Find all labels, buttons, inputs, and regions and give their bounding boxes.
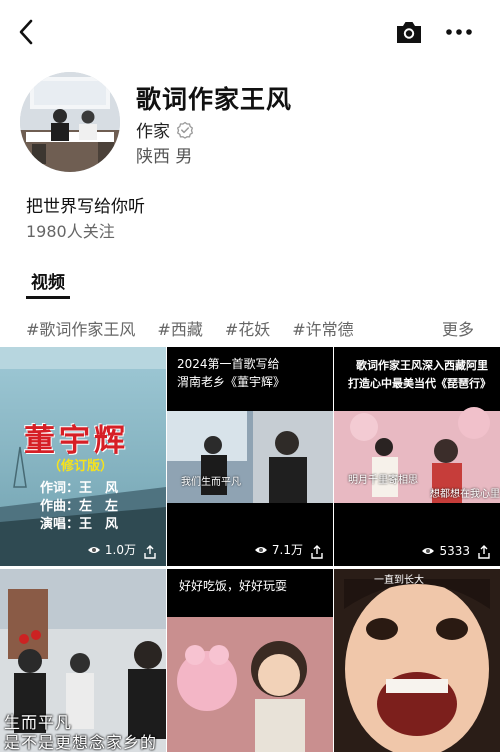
video-overlay-text: 我们生而平凡 — [181, 477, 241, 488]
video-subtitle: （修订版） — [48, 459, 114, 474]
top-bar — [0, 0, 500, 64]
profile-role-row: 作家 — [136, 117, 194, 142]
video-thumbnail — [334, 569, 500, 752]
view-count-text: 1.0万 — [104, 543, 136, 557]
tag-item[interactable]: #许常德 — [292, 316, 353, 340]
back-arrow-icon — [19, 19, 33, 45]
view-count: 7.1万 — [254, 541, 303, 558]
video-tile[interactable]: 2024第一首歌写给 渭南老乡《董宇辉》 我们生而平凡 7.1万 — [167, 347, 333, 566]
video-caption: 渭南老乡《董宇辉》 — [177, 375, 286, 389]
video-tile[interactable]: 生而平凡 是不是更想念家乡的 — [0, 569, 166, 752]
avatar[interactable] — [20, 72, 120, 172]
video-tile[interactable]: 一直到长大 — [334, 569, 500, 752]
tag-item[interactable]: #花妖 — [225, 316, 270, 340]
tab-videos[interactable]: 视频 — [26, 268, 70, 293]
video-caption: 2024第一首歌写给 — [177, 357, 280, 371]
video-credit: 作曲：左 左 — [40, 499, 119, 514]
view-count: 1.0万 — [87, 541, 136, 558]
profile-name: 歌词作家王风 — [136, 85, 293, 114]
avatar-photo — [20, 72, 120, 172]
video-credit: 演唱：王 风 — [40, 517, 119, 532]
share-icon[interactable] — [309, 544, 325, 560]
view-count: 5333 — [421, 544, 470, 558]
video-thumbnail — [167, 569, 333, 752]
share-icon[interactable] — [142, 544, 158, 560]
profile-role: 作家 — [136, 122, 170, 142]
video-overlay-text: 明月千里寄相思 — [348, 475, 418, 486]
video-overlay-text: 想都想在我心里 — [430, 489, 500, 500]
more-dots-icon — [446, 29, 472, 35]
video-overlay-text: 是不是更想念家乡的 — [4, 733, 158, 752]
camera-icon — [397, 22, 421, 43]
video-caption: 打造心中最美当代《琵琶行》 — [348, 377, 491, 390]
eye-icon — [254, 546, 267, 553]
verified-icon — [176, 121, 194, 139]
share-icon[interactable] — [476, 544, 492, 560]
eye-icon — [87, 546, 100, 553]
video-tile[interactable]: 歌词作家王风深入西藏阿里 打造心中最美当代《琵琶行》 明月千里寄相思 想都想在我… — [334, 347, 500, 566]
camera-button[interactable] — [394, 18, 426, 48]
view-count-text: 5333 — [439, 544, 470, 558]
follower-count[interactable]: 1980人关注 — [26, 218, 115, 242]
profile-bio: 把世界写给你听 — [26, 197, 145, 217]
tab-active-indicator — [26, 296, 70, 299]
tag-item[interactable]: #西藏 — [157, 316, 202, 340]
tag-item[interactable]: #歌词作家王风 — [26, 316, 135, 340]
tags-more-link[interactable]: 更多 — [442, 316, 474, 340]
video-grid: 董宇辉 （修订版） 作词：王 风 作曲：左 左 演唱：王 风 1.0万 2024… — [0, 347, 500, 752]
profile-location: 陕西 男 — [136, 147, 193, 167]
video-caption: 歌词作家王风深入西藏阿里 — [356, 359, 488, 372]
more-options-button[interactable] — [444, 18, 476, 48]
video-caption: 好好吃饭，好好玩耍 — [179, 579, 288, 593]
view-count-text: 7.1万 — [271, 543, 303, 557]
video-caption: 一直到长大 — [374, 575, 424, 586]
eye-icon — [422, 548, 435, 554]
video-credit: 作词：王 风 — [40, 481, 119, 496]
tag-bar: #歌词作家王风 #西藏 #花妖 #许常德 更多 — [26, 316, 474, 340]
video-tile[interactable]: 董宇辉 （修订版） 作词：王 风 作曲：左 左 演唱：王 风 1.0万 — [0, 347, 166, 566]
video-title: 董宇辉 — [24, 423, 129, 459]
back-button[interactable] — [12, 16, 40, 48]
video-tile[interactable]: 好好吃饭，好好玩耍 — [167, 569, 333, 752]
